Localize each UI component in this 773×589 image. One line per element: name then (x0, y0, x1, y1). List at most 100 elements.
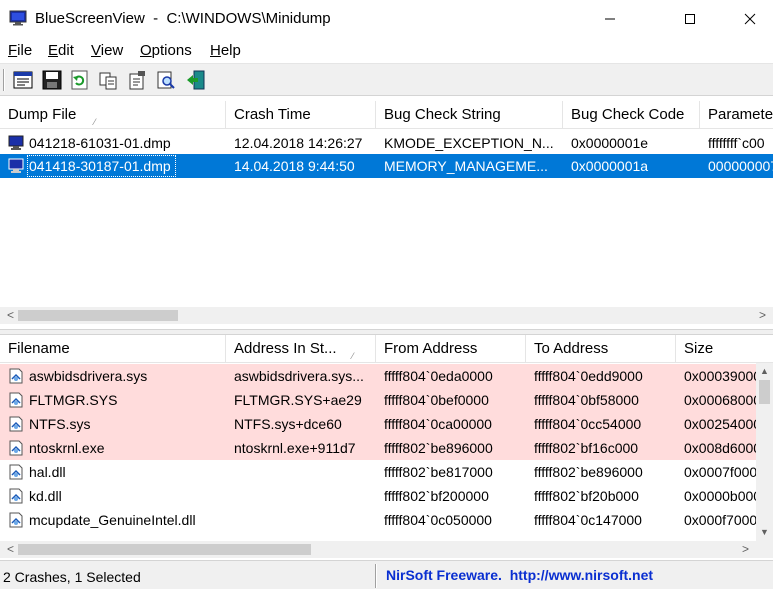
table-row[interactable]: mcupdate_GenuineIntel.dll fffff804`0c0500… (0, 508, 773, 532)
column-header-parameter[interactable]: Parameter (700, 101, 773, 129)
menu-bar: File Edit View Options Help (0, 38, 773, 64)
save-icon (42, 70, 62, 90)
table-row[interactable]: NTFS.sys NTFS.sys+dce60 fffff804`0ca00000 f… (0, 412, 773, 436)
exit-button[interactable] (185, 69, 207, 91)
menu-options[interactable]: Options (140, 42, 192, 59)
close-icon (744, 13, 756, 25)
properties-window-button[interactable] (12, 69, 34, 91)
table-row[interactable]: hal.dll fffff802`be817000 fffff802`be89600… (0, 460, 773, 484)
menu-help[interactable]: Help (210, 42, 241, 59)
driver-list-header: Filename Address In St... ⁄ From Address… (0, 335, 773, 363)
table-row[interactable]: FLTMGR.SYS FLTMGR.SYS+ae29 fffff804`0bef00… (0, 388, 773, 412)
save-button[interactable] (41, 69, 63, 91)
table-row[interactable]: ntoskrnl.exe ntoskrnl.exe+911d7 fffff802`b… (0, 436, 773, 460)
menu-edit[interactable]: Edit (48, 42, 74, 59)
app-monitor-icon (9, 10, 27, 26)
column-header-crash-time[interactable]: Crash Time (226, 101, 376, 129)
to-address-cell: fffff802`be896000 (534, 464, 643, 480)
maximize-icon (685, 14, 695, 24)
properties-button[interactable] (126, 69, 148, 91)
column-header-filename[interactable]: Filename (0, 335, 226, 363)
exit-icon (187, 70, 205, 90)
address-in-stack-cell: aswbidsdrivera.sys... (234, 368, 364, 384)
address-in-stack-cell: ntoskrnl.exe+911d7 (234, 440, 356, 456)
dump-file-cell: 041418-30187-01.dmp (29, 158, 171, 174)
copy-icon (99, 72, 117, 90)
driver-list-hscrollbar[interactable]: < > (0, 541, 773, 558)
to-address-cell: fffff804`0bf58000 (534, 392, 639, 408)
toolbar (0, 64, 773, 96)
size-cell: 0x0007f000 (684, 464, 756, 480)
size-cell: 0x00039000 (684, 368, 756, 384)
column-header-to-address[interactable]: To Address (526, 335, 676, 363)
crash-list-header: Dump File ⁄ Crash Time Bug Check String … (0, 101, 773, 129)
driver-list-vscrollbar[interactable]: ▲ ▼ (756, 363, 773, 541)
driver-list-pane: Filename Address In St... ⁄ From Address… (0, 335, 773, 558)
column-header-bug-check-code[interactable]: Bug Check Code (563, 101, 700, 129)
sort-arrow-icon: ⁄ (94, 117, 96, 127)
column-header-size[interactable]: Size (676, 335, 756, 363)
bug-check-string-cell: MEMORY_MANAGEME... (384, 158, 548, 174)
close-button[interactable] (727, 0, 773, 38)
address-in-stack-cell (226, 460, 376, 484)
status-summary: 2 Crashes, 1 Selected (3, 569, 141, 585)
column-header-from-address[interactable]: From Address (376, 335, 526, 363)
toolbar-grip (3, 69, 5, 91)
size-cell: 0x000f7000 (684, 512, 756, 528)
address-in-stack-cell: FLTMGR.SYS+ae29 (234, 392, 362, 408)
filename-cell: FLTMGR.SYS (29, 392, 118, 408)
minimize-button[interactable] (587, 0, 633, 38)
filename-cell: aswbidsdrivera.sys (29, 368, 148, 384)
copy-button[interactable] (97, 69, 119, 91)
parameter-cell: 000000007 (708, 158, 773, 174)
to-address-cell: fffff802`bf16c000 (534, 440, 639, 456)
column-header-dump-file[interactable]: Dump File ⁄ (0, 101, 226, 129)
table-row[interactable]: aswbidsdrivera.sys aswbidsdrivera.sys... f… (0, 364, 773, 388)
title-bar: BlueScreenView - C:\WINDOWS\Minidump (0, 0, 773, 38)
scroll-down-icon[interactable]: ▼ (756, 524, 773, 541)
from-address-cell: fffff802`be817000 (384, 464, 493, 480)
refresh-icon (71, 70, 88, 90)
scroll-right-icon[interactable]: > (737, 541, 754, 558)
column-header-address-in-stack[interactable]: Address In St... ⁄ (226, 335, 376, 363)
to-address-cell: fffff804`0cc54000 (534, 416, 642, 432)
from-address-cell: fffff804`0ca00000 (384, 416, 492, 432)
status-bar: 2 Crashes, 1 Selected NirSoft Freeware. … (0, 560, 773, 589)
crash-list-hscrollbar[interactable]: < > (0, 307, 773, 324)
table-row[interactable]: kd.dll fffff802`bf200000 fffff802`bf20b000… (0, 484, 773, 508)
from-address-cell: fffff802`bf200000 (384, 488, 489, 504)
menu-view[interactable]: View (91, 42, 123, 59)
maximize-button[interactable] (667, 0, 713, 38)
bug-check-code-cell: 0x0000001e (571, 135, 649, 151)
table-row[interactable]: 041218-61031-01.dmp 12.04.2018 14:26:27 … (0, 131, 773, 155)
to-address-cell: fffff804`0c147000 (534, 512, 642, 528)
address-in-stack-cell (226, 508, 376, 532)
crash-time-cell: 14.04.2018 9:44:50 (234, 158, 355, 174)
refresh-button[interactable] (69, 69, 91, 91)
scroll-right-icon[interactable]: > (754, 307, 771, 324)
menu-file[interactable]: File (8, 42, 32, 59)
minimize-icon (605, 18, 615, 20)
size-cell: 0x00254000 (684, 416, 756, 432)
address-in-stack-cell: NTFS.sys+dce60 (234, 416, 342, 432)
scroll-left-icon[interactable]: < (2, 307, 19, 324)
scroll-left-icon[interactable]: < (2, 541, 19, 558)
sort-arrow-icon: ⁄ (352, 351, 354, 361)
address-in-stack-cell (226, 484, 376, 508)
filename-cell: mcupdate_GenuineIntel.dll (29, 512, 196, 528)
column-header-bug-check-string[interactable]: Bug Check String (376, 101, 563, 129)
to-address-cell: fffff804`0edd9000 (534, 368, 643, 384)
scroll-thumb[interactable] (18, 310, 178, 321)
size-cell: 0x008d6000 (684, 440, 756, 456)
from-address-cell: fffff804`0c050000 (384, 512, 492, 528)
scroll-thumb[interactable] (18, 544, 311, 555)
filename-cell: kd.dll (29, 488, 62, 504)
find-button[interactable] (155, 69, 177, 91)
scroll-thumb[interactable] (759, 380, 770, 404)
properties-window-icon (13, 71, 33, 89)
nirsoft-link[interactable]: NirSoft Freeware. http://www.nirsoft.net (386, 567, 653, 583)
crash-list-pane: Dump File ⁄ Crash Time Bug Check String … (0, 101, 773, 329)
scroll-up-icon[interactable]: ▲ (756, 363, 773, 380)
size-cell: 0x0000b000 (684, 488, 756, 504)
table-row-selected[interactable]: 041418-30187-01.dmp 14.04.2018 9:44:50 M… (0, 154, 773, 178)
